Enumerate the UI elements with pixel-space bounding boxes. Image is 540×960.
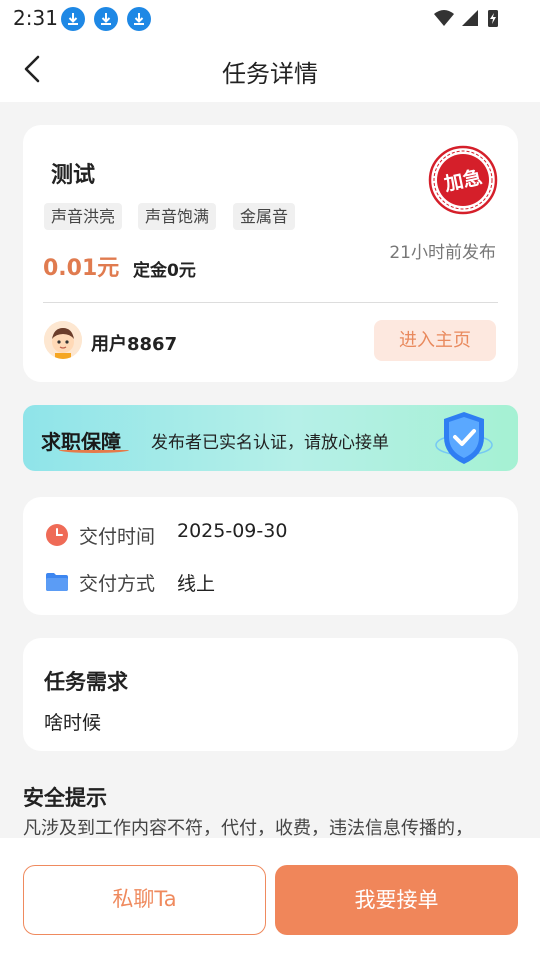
divider [43,302,498,303]
status-bar: 2:31 [0,0,540,36]
posted-time: 21小时前发布 [389,243,496,263]
requirements-card: 任务需求 啥时候 [23,638,518,751]
folder-icon [46,573,68,591]
download-icon [127,7,151,31]
page-title: 任务详情 [222,60,318,88]
tag: 声音饱满 [138,203,217,230]
delivery-info-card: 交付时间 2025-09-30 交付方式 线上 [23,497,518,615]
safety-title: 安全提示 [23,786,107,810]
task-price: 0.01元 [43,256,120,281]
download-icon [94,7,118,31]
requirements-text: 啥时候 [44,712,102,734]
job-guarantee-banner[interactable]: 求职保障 发布者已实名认证，请放心接单 [23,405,518,471]
private-chat-button[interactable]: 私聊Ta [23,865,266,935]
task-deposit: 定金0元 [133,261,196,281]
system-status-icons [434,10,498,27]
accept-task-button[interactable]: 我要接单 [275,865,518,935]
task-card: 测试 声音洪亮 声音饱满 金属音 0.01元 定金0元 21小时前发布 加急 用… [23,125,518,382]
task-title: 测试 [51,163,96,188]
delivery-time-label: 交付时间 [79,526,156,548]
bottom-action-bar: 私聊Ta 我要接单 [0,838,540,960]
tag: 金属音 [233,203,296,230]
delivery-method-label: 交付方式 [79,573,156,595]
enter-homepage-button[interactable]: 进入主页 [374,320,496,361]
clock-icon [46,524,68,546]
delivery-method-value: 线上 [177,573,216,595]
status-time: 2:31 [13,6,58,30]
urgent-stamp: 加急 [428,145,498,215]
user-name: 用户8867 [91,334,178,355]
nav-bar: 任务详情 [0,36,540,102]
banner-text: 发布者已实名认证，请放心接单 [151,433,389,453]
avatar[interactable] [44,321,82,359]
tag: 声音洪亮 [44,203,123,230]
download-icon [61,7,85,31]
banner-underline [59,447,129,453]
shield-check-icon [435,412,493,464]
requirements-title: 任务需求 [44,670,128,694]
delivery-time-value: 2025-09-30 [177,520,288,542]
